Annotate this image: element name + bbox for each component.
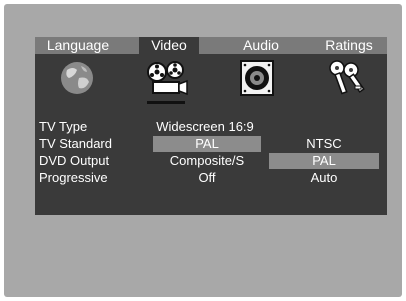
dvd-output-label: DVD Output bbox=[39, 153, 110, 168]
setup-menu-panel: Language Video Audio Ratings TV Type Wid… bbox=[35, 37, 387, 215]
progressive-option-off[interactable]: Off bbox=[153, 170, 261, 186]
tv-standard-option-pal[interactable]: PAL bbox=[153, 136, 261, 152]
tab-bar: Language Video Audio Ratings bbox=[35, 37, 387, 54]
speaker-icon[interactable] bbox=[237, 58, 277, 98]
progressive-option-auto[interactable]: Auto bbox=[269, 170, 379, 186]
selected-tab-indicator bbox=[147, 101, 185, 104]
keys-icon[interactable] bbox=[325, 58, 367, 98]
tv-type-value[interactable]: Widescreen 16:9 bbox=[145, 119, 265, 135]
globe-icon[interactable] bbox=[57, 58, 97, 98]
tab-video[interactable]: Video bbox=[139, 37, 199, 54]
tab-language[interactable]: Language bbox=[35, 37, 121, 54]
tv-standard-option-ntsc[interactable]: NTSC bbox=[269, 136, 379, 152]
film-projector-icon[interactable] bbox=[145, 58, 189, 98]
progressive-label: Progressive bbox=[39, 170, 108, 185]
tv-standard-label: TV Standard bbox=[39, 136, 112, 151]
tv-screen: Language Video Audio Ratings TV Type Wid… bbox=[4, 4, 402, 297]
tab-audio[interactable]: Audio bbox=[231, 37, 291, 54]
dvd-output-option-composite[interactable]: Composite/S bbox=[147, 153, 267, 169]
tv-type-label: TV Type bbox=[39, 119, 88, 134]
dvd-output-option-pal[interactable]: PAL bbox=[269, 153, 379, 169]
tab-ratings[interactable]: Ratings bbox=[311, 37, 387, 54]
